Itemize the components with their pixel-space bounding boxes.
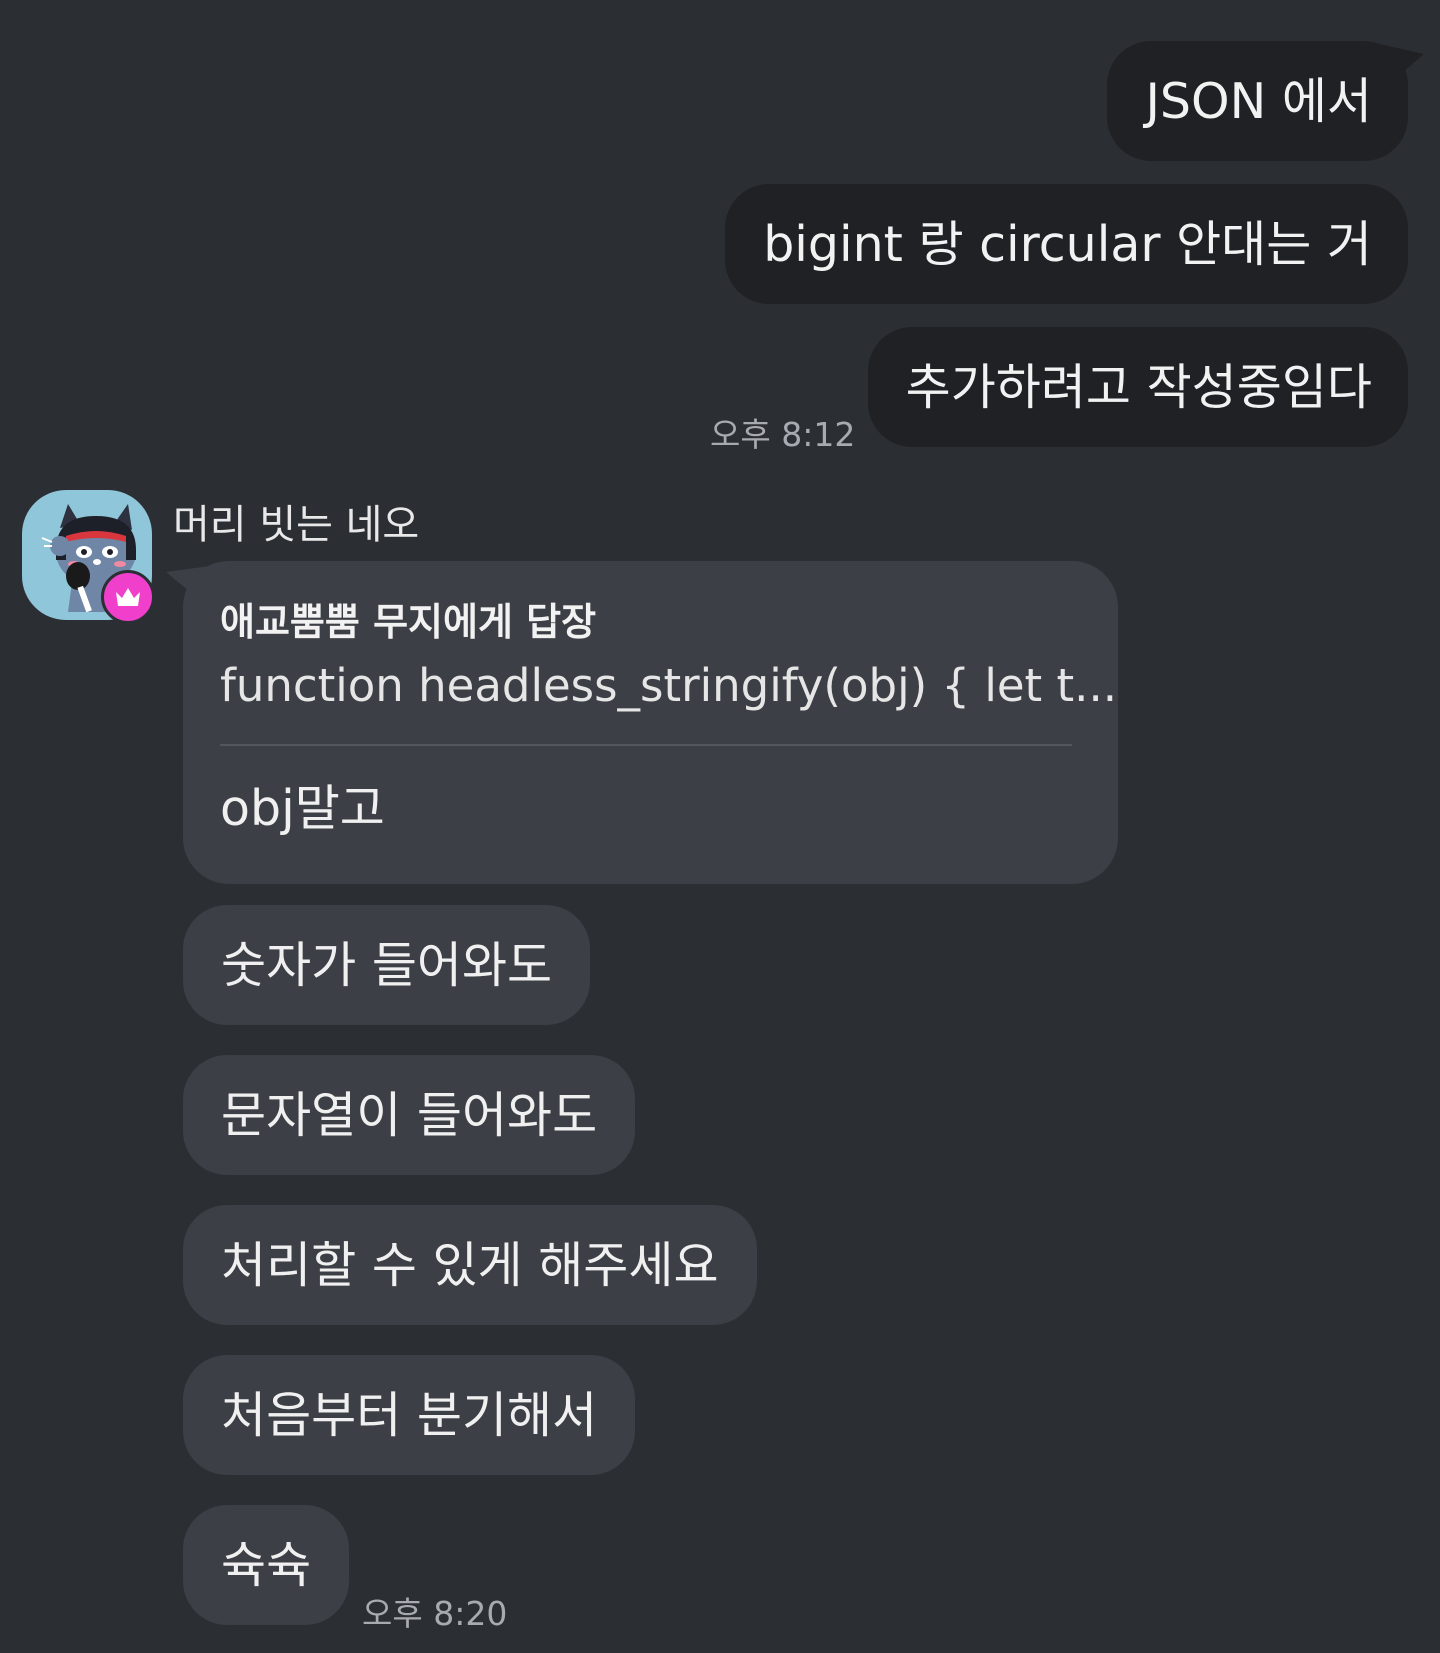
reply-title: 애교뿜뿜 무지에게 답장: [220, 600, 597, 644]
incoming-message-1[interactable]: 숫자가 들어와도: [183, 905, 591, 1025]
outgoing-message-text: JSON 에서: [1145, 72, 1372, 130]
incoming-message-text: 처리할 수 있게 해주세요: [221, 1236, 719, 1294]
outgoing-message-3[interactable]: 추가하려고 작성중임다: [867, 327, 1408, 447]
outgoing-message-1[interactable]: JSON 에서: [1107, 41, 1408, 161]
outgoing-message-2[interactable]: bigint 랑 circular 안대는 거: [725, 184, 1408, 304]
incoming-message-text: 숫자가 들어와도: [221, 936, 553, 994]
outgoing-timestamp: 오후 8:12: [710, 415, 856, 454]
quoted-message[interactable]: function headless_stringify(obj) { let t…: [220, 663, 1117, 708]
incoming-message-text: 문자열이 들어와도: [221, 1086, 598, 1144]
incoming-message-4[interactable]: 처음부터 분기해서: [183, 1355, 636, 1475]
incoming-message-text: 처음부터 분기해서: [221, 1386, 598, 1444]
outgoing-message-text: 추가하려고 작성중임다: [905, 358, 1372, 416]
incoming-message-3[interactable]: 처리할 수 있게 해주세요: [183, 1205, 757, 1325]
outgoing-message-text: bigint 랑 circular 안대는 거: [763, 215, 1372, 273]
crown-icon: [116, 588, 140, 606]
incoming-message-2[interactable]: 문자열이 들어와도: [183, 1055, 636, 1175]
incoming-message-5[interactable]: 슉슉: [183, 1505, 350, 1625]
incoming-timestamp: 오후 8:20: [362, 1594, 508, 1633]
reply-message[interactable]: 애교뿜뿜 무지에게 답장 function headless_stringify…: [183, 561, 1118, 884]
reply-message-text: obj말고: [220, 780, 385, 837]
sender-name[interactable]: 머리 빗는 네오: [173, 492, 419, 550]
owner-badge: [101, 570, 155, 624]
reply-divider: [220, 744, 1072, 746]
incoming-message-text: 슉슉: [221, 1536, 312, 1594]
